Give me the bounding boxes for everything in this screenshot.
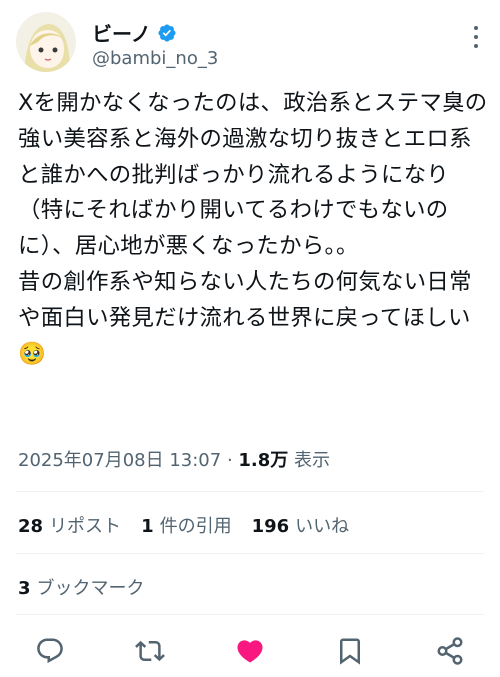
tweet-header: ビーノ @bambi_no_3 bbox=[16, 12, 484, 72]
likes-label: いいね bbox=[295, 516, 350, 537]
reposts-label: リポスト bbox=[49, 516, 122, 537]
action-bar bbox=[0, 632, 500, 672]
quotes-count: 1 bbox=[141, 516, 154, 537]
heart-icon[interactable] bbox=[235, 636, 265, 666]
author-handle[interactable]: @bambi_no_3 bbox=[92, 48, 218, 69]
repost-icon[interactable] bbox=[135, 636, 165, 666]
divider bbox=[16, 553, 484, 554]
views-count: 1.8万 bbox=[238, 450, 289, 471]
bookmarks-count: 3 bbox=[18, 578, 31, 599]
reposts-stat[interactable]: 28 リポスト bbox=[18, 512, 121, 538]
quotes-label: 件の引用 bbox=[159, 516, 232, 537]
tweet-meta: 2025年07月08日 13:07 · 1.8万 表示 bbox=[18, 450, 331, 471]
tweet-datetime[interactable]: 2025年07月08日 13:07 bbox=[18, 450, 221, 471]
share-icon[interactable] bbox=[435, 636, 465, 666]
bookmarks-label: ブックマーク bbox=[36, 578, 145, 599]
bookmark-icon[interactable] bbox=[335, 636, 365, 666]
engagement-stats: 28 リポスト 1 件の引用 196 いいね bbox=[18, 512, 349, 538]
avatar[interactable] bbox=[16, 12, 76, 72]
views-label: 表示 bbox=[294, 450, 331, 471]
author-name[interactable]: ビーノ bbox=[92, 18, 151, 47]
tweet-text: Xを開かなくなったのは、政治系とステマ臭の強い美容系と海外の過激な切り抜きとエロ… bbox=[18, 90, 488, 367]
verified-badge-icon bbox=[158, 23, 176, 42]
more-icon[interactable] bbox=[468, 26, 484, 56]
reposts-count: 28 bbox=[18, 516, 44, 537]
quotes-stat[interactable]: 1 件の引用 bbox=[141, 512, 232, 538]
divider bbox=[16, 614, 484, 615]
divider bbox=[16, 491, 484, 492]
likes-stat[interactable]: 196 いいね bbox=[252, 512, 350, 538]
reply-icon[interactable] bbox=[35, 636, 65, 666]
bookmarks-stat[interactable]: 3 ブックマーク bbox=[18, 574, 145, 600]
likes-count: 196 bbox=[251, 516, 290, 537]
